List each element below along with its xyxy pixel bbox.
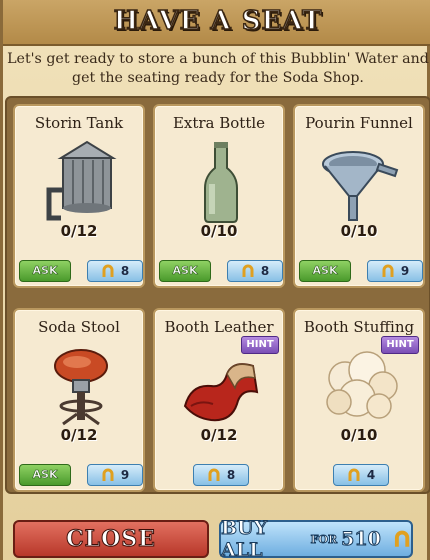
horseshoe-icon (242, 264, 254, 277)
leather-icon (183, 363, 259, 422)
dialog-subtitle: Let's get ready to store a bunch of this… (7, 51, 429, 86)
item-price: 9 (400, 264, 410, 278)
dialog-title: HAVE A SEAT (113, 5, 323, 37)
buy-all-button[interactable]: BUY ALL FOR 510 (219, 517, 413, 560)
horseshoe-icon (208, 468, 220, 481)
item-count: 0/12 (200, 426, 238, 444)
item-price: 8 (226, 468, 236, 482)
funnel-icon (322, 151, 399, 221)
horseshoe-icon (394, 530, 410, 547)
item-name: Storin Tank (34, 114, 124, 132)
buy-item-button[interactable]: 8 (87, 260, 143, 282)
bottle-icon (204, 142, 238, 223)
items-panel: Storin Tank 0/12 ASK 8 Extra Bottle 0/10… (5, 96, 430, 494)
item-card-extra-bottle: Extra Bottle 0/10 ASK 8 (153, 104, 285, 288)
item-name: Soda Stool (38, 318, 120, 336)
horseshoe-icon (348, 468, 360, 481)
item-name: Extra Bottle (172, 114, 266, 132)
item-card-pourin-funnel: Pourin Funnel 0/10 ASK 9 (293, 104, 425, 288)
item-card-soda-stool: Soda Stool 0/12 ASK 9 (13, 308, 145, 492)
buy-item-button[interactable]: 8 (227, 260, 283, 282)
item-card-booth-leather: Booth Leather HINT 0/12 8 (153, 308, 285, 492)
item-name: Booth Stuffing (303, 318, 415, 336)
buy-item-button[interactable]: 9 (87, 464, 143, 486)
horseshoe-icon (102, 468, 114, 481)
buy-item-button[interactable]: 8 (193, 464, 249, 486)
item-name: Booth Leather (164, 318, 274, 336)
stuffing-icon (326, 351, 398, 419)
horseshoe-icon (382, 264, 394, 277)
buy-item-button[interactable]: 4 (333, 464, 389, 486)
buy-all-for: FOR (310, 532, 338, 546)
ask-button[interactable]: ASK (19, 260, 71, 282)
quest-dialog: HAVE A SEAT Let's get ready to store a b… (0, 0, 430, 560)
buy-item-button[interactable]: 9 (367, 260, 423, 282)
stool-icon (54, 349, 108, 426)
item-card-booth-stuffing: Booth Stuffing HINT 0/10 4 (293, 308, 425, 492)
ask-button[interactable]: ASK (159, 260, 211, 282)
buy-all-label: BUY ALL (221, 517, 268, 560)
item-price: 9 (120, 468, 130, 482)
title-bar: HAVE A SEAT (3, 0, 430, 46)
ask-button[interactable]: ASK (19, 464, 71, 486)
horseshoe-icon (102, 264, 114, 277)
buy-all-total: 510 (341, 528, 382, 551)
item-price: 4 (366, 468, 376, 482)
close-button[interactable]: CLOSE (13, 520, 209, 558)
item-name: Pourin Funnel (305, 114, 413, 132)
item-count: 0/10 (340, 426, 378, 444)
item-card-storin-tank: Storin Tank 0/12 ASK 8 (13, 104, 145, 288)
item-price: 8 (120, 264, 130, 278)
storage-tank-icon (46, 140, 117, 221)
ask-button[interactable]: ASK (299, 260, 351, 282)
item-price: 8 (260, 264, 270, 278)
item-count: 0/10 (340, 222, 378, 240)
item-count: 0/12 (60, 222, 98, 240)
item-count: 0/10 (200, 222, 238, 240)
item-count: 0/12 (60, 426, 98, 444)
